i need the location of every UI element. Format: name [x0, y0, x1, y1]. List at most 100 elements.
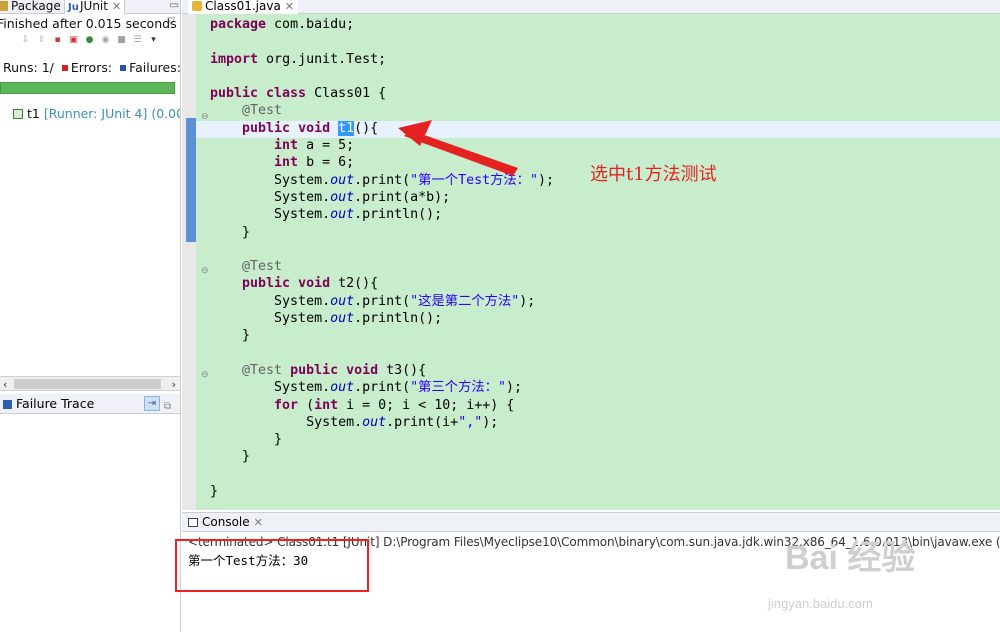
code-line[interactable]: @Test — [210, 258, 554, 275]
code-line[interactable]: for (int i = 0; i < 10; i++) { — [210, 397, 554, 414]
fold-icon[interactable]: ⊖ — [201, 370, 209, 380]
close-icon[interactable]: ✕ — [254, 516, 263, 529]
code-token: out — [362, 414, 387, 430]
code-token: } — [210, 328, 251, 344]
code-line[interactable]: @Test public void t3(){ — [210, 362, 554, 379]
tab-class01-java[interactable]: Class01.java ✕ — [188, 0, 299, 14]
failure-trace-icon — [3, 400, 12, 409]
code-token: .print( — [354, 172, 411, 188]
code-token: for — [274, 397, 299, 413]
tab-junit[interactable]: JuJUnit ✕ — [64, 0, 126, 14]
code-line[interactable]: } — [210, 431, 554, 448]
code-line[interactable]: } — [210, 448, 554, 465]
code-token: public void — [242, 120, 331, 136]
close-icon[interactable]: ✕ — [285, 0, 294, 13]
code-line[interactable]: package com.baidu; — [210, 16, 554, 33]
code-token: @Test — [242, 259, 283, 275]
code-token: "这是第二个方法" — [410, 293, 520, 309]
scroll-left-icon[interactable]: ‹ — [3, 377, 7, 392]
junit-view: Package JuJUnit ✕ ▭ Finished after 0.015 … — [0, 0, 181, 632]
code-token: public void — [290, 362, 379, 378]
source-code[interactable]: package com.baidu; import org.junit.Test;… — [210, 16, 554, 500]
junit-toolbar: ⇩ ⇧ ▪ ▣ ● ◉ ■ ☰ ▾ — [20, 35, 159, 49]
scroll-lock-icon[interactable]: ▣ — [68, 35, 79, 46]
code-token: t2(){ — [330, 276, 379, 292]
minimize-icon[interactable]: ▭ — [170, 0, 179, 11]
code-line[interactable]: System.out.print(a*b); — [210, 189, 554, 206]
code-token: System. — [210, 311, 331, 327]
compare-results-icon[interactable]: ⧉ — [164, 397, 176, 412]
code-line[interactable] — [210, 33, 554, 50]
history-icon[interactable]: ☰ — [132, 35, 143, 46]
code-line[interactable]: System.out.print("第三个方法："); — [210, 379, 554, 396]
code-token: public class — [210, 86, 307, 102]
code-line[interactable]: } — [210, 327, 554, 344]
code-line[interactable] — [210, 241, 554, 258]
code-token: } — [210, 484, 219, 500]
previous-failure-icon[interactable]: ⇧ — [36, 35, 47, 46]
code-line[interactable]: @Test — [210, 102, 554, 119]
code-line[interactable] — [210, 68, 554, 85]
filter-stack-icon[interactable]: ⇥ — [144, 396, 160, 411]
editor-tab-bar: Class01.java ✕ — [182, 0, 1000, 14]
code-token: ); — [519, 293, 536, 309]
code-line[interactable]: int b = 6; — [210, 154, 554, 171]
code-line[interactable]: import org.junit.Test; — [210, 51, 554, 68]
code-line[interactable]: System.out.print("这是第二个方法"); — [210, 293, 554, 310]
package-icon — [0, 1, 8, 11]
code-line[interactable]: System.out.print(i+","); — [210, 414, 554, 431]
code-token: package — [210, 17, 267, 32]
code-line[interactable]: System.out.println(); — [210, 310, 554, 327]
code-line[interactable] — [210, 466, 554, 483]
rerun-failed-icon[interactable]: ◉ — [100, 35, 111, 46]
code-token: i = 0; i < 10; i++) { — [338, 397, 515, 413]
annotation-label: 选中t1方法测试 — [590, 164, 717, 185]
code-token: out — [330, 293, 355, 309]
code-token: "第三个方法：" — [410, 380, 506, 396]
code-token: System. — [210, 414, 363, 430]
code-token: a = 5; — [298, 138, 355, 154]
fold-icon[interactable]: ⊖ — [201, 266, 209, 276]
code-line[interactable]: public void t1(){ — [210, 120, 554, 137]
code-line[interactable] — [210, 345, 554, 362]
code-line[interactable]: public class Class01 { — [210, 85, 554, 102]
view-menu-icon[interactable]: ▽ — [167, 16, 175, 27]
code-token: System. — [210, 293, 331, 309]
console-icon — [188, 518, 198, 527]
code-token: .print(i+ — [386, 414, 459, 430]
code-line[interactable]: int a = 5; — [210, 137, 554, 154]
tab-console[interactable]: Console ✕ — [182, 515, 263, 529]
code-editor[interactable]: ⊖ ⊖ ⊖ package com.baidu; import org.junit… — [182, 14, 1000, 510]
horizontal-scrollbar[interactable]: ‹ › — [0, 376, 180, 392]
rerun-icon[interactable]: ● — [84, 35, 95, 46]
code-line[interactable]: } — [210, 483, 554, 500]
scroll-thumb[interactable] — [14, 379, 161, 389]
scroll-right-icon[interactable]: › — [172, 377, 176, 392]
code-line[interactable]: System.out.print("第一个Test方法："); — [210, 172, 554, 189]
code-token: t3(){ — [378, 362, 427, 378]
code-token: } — [210, 432, 283, 448]
stop-icon[interactable]: ■ — [116, 35, 127, 46]
console-tab-bar: Console ✕ — [182, 512, 1000, 532]
show-failures-only-icon[interactable]: ▪ — [52, 35, 63, 46]
ide-window: Package JuJUnit ✕ ▭ Finished after 0.015 … — [0, 0, 1000, 632]
close-icon[interactable]: ✕ — [112, 0, 121, 13]
next-failure-icon[interactable]: ⇩ — [20, 35, 31, 46]
view-tab-bar: Package JuJUnit ✕ ▭ — [0, 0, 180, 14]
code-token: out — [330, 172, 355, 188]
test-tree-item[interactable]: t1 [Runner: JUnit 4] (0.000 s) — [13, 106, 180, 121]
code-token: .print( — [354, 380, 411, 396]
code-token: @Test — [242, 362, 283, 378]
code-line[interactable]: public void t2(){ — [210, 275, 554, 292]
code-token: (){ — [354, 120, 379, 136]
tab-package-explorer[interactable]: Package — [0, 0, 61, 14]
history-dropdown-icon[interactable]: ▾ — [148, 35, 159, 46]
code-token: System. — [210, 172, 331, 188]
code-line[interactable]: } — [210, 224, 554, 241]
failure-trace-header: Failure Trace ⇥ ⧉ — [0, 394, 180, 414]
code-line[interactable]: System.out.println(); — [210, 206, 554, 223]
